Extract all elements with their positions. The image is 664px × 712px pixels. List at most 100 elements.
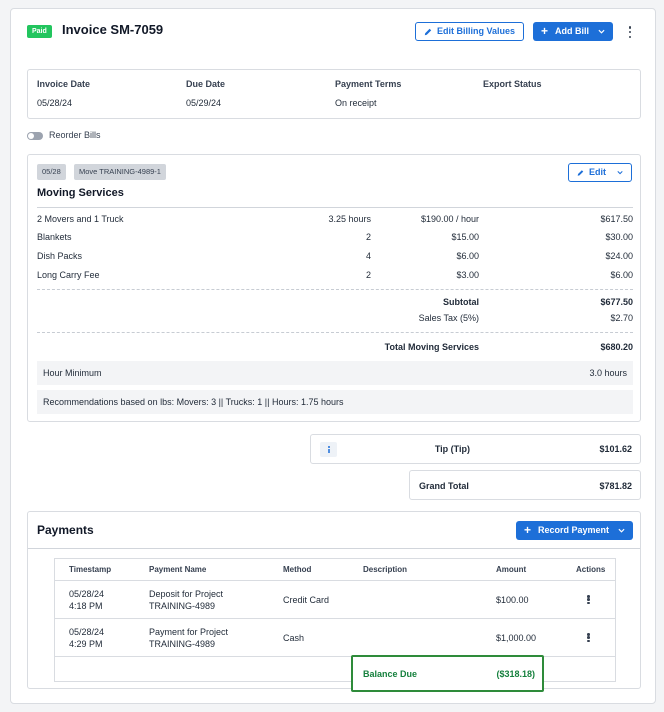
tip-card: Tip (Tip) $101.62 [310,434,641,464]
add-bill-label: Add Bill [555,26,590,36]
balance-due-box: Balance Due ($318.18) [351,655,544,692]
line-item-total: $617.50 [600,214,633,224]
payments-card: Payments + Record Payment Timestamp Paym… [27,511,641,692]
sales-tax-row: Sales Tax (5%) $2.70 [37,313,633,327]
payment-terms-value: On receipt [335,98,377,108]
hour-minimum-label: Hour Minimum [43,368,102,378]
divider [37,332,633,333]
divider [37,207,633,208]
plus-icon: + [524,523,532,537]
payment-name: Deposit for Project TRAINING-4989 [149,589,224,611]
edit-billing-values-label: Edit Billing Values [437,26,516,36]
more-options-icon[interactable] [586,632,591,643]
bill-card: 05/28 Move TRAINING-4989-1 Edit Moving S… [27,154,641,422]
move-chip: Move TRAINING-4989-1 [74,164,166,180]
line-item: 2 Movers and 1 Truck 3.25 hours $190.00 … [37,214,633,228]
line-item-name: 2 Movers and 1 Truck [37,214,124,224]
invoice-date-value: 05/28/24 [37,98,73,108]
chevron-down-icon [618,528,625,533]
line-item-rate: $6.00 [456,251,479,261]
line-item-name: Long Carry Fee [37,270,100,280]
line-item-qty: 3.25 hours [328,214,371,224]
line-item: Long Carry Fee 2 $3.00 $6.00 [37,270,633,284]
balance-due-value: ($318.18) [496,669,535,679]
export-status-label: Export Status [483,79,542,89]
record-payment-label: Record Payment [538,525,610,535]
column-header: Amount [496,565,527,574]
line-item-qty: 4 [365,251,371,261]
chevron-down-icon [617,171,623,175]
payment-date: 05/28/24 4:18 PM [69,589,105,611]
due-date-label: Due Date [186,79,226,89]
payments-title: Payments [37,523,94,537]
tip-value: $101.62 [599,444,632,454]
line-item-qty: 2 [365,270,371,280]
bill-date-chip: 05/28 [37,164,66,180]
page-title: Invoice SM-7059 [62,22,164,37]
line-item-total: $24.00 [605,251,633,261]
reorder-bills-label: Reorder Bills [49,130,101,140]
more-options-icon [327,445,331,454]
add-bill-button[interactable]: + Add Bill [533,22,614,41]
recommendations-bar: Recommendations based on lbs: Movers: 3 … [37,390,633,414]
sales-tax-value: $2.70 [610,313,633,323]
total-services-value: $680.20 [600,342,633,352]
table-row: 05/28/24 4:29 PM Payment for Project TRAIN… [55,619,615,657]
invoice-page: Paid Invoice SM-7059 Edit Billing Values… [10,8,656,704]
payment-date: 05/28/24 4:29 PM [69,627,105,649]
payment-terms-label: Payment Terms [335,79,402,89]
chevron-down-icon [598,29,605,34]
edit-billing-values-button[interactable]: Edit Billing Values [415,22,525,41]
subtotal-label: Subtotal [443,297,479,307]
record-payment-button[interactable]: + Record Payment [516,521,634,540]
divider [28,548,640,549]
reorder-bills-toggle[interactable] [27,132,43,140]
grand-total-value: $781.82 [599,481,632,491]
sales-tax-label: Sales Tax (5%) [418,313,479,323]
pencil-icon [577,169,584,176]
pencil-icon [424,28,432,35]
line-item-rate: $3.00 [456,270,479,280]
line-item: Blankets 2 $15.00 $30.00 [37,232,633,246]
total-services-label: Total Moving Services [384,342,479,352]
hour-minimum-bar: Hour Minimum 3.0 hours [37,361,633,385]
balance-due-label: Balance Due [363,669,418,679]
due-date-value: 05/29/24 [186,98,222,108]
payment-method: Cash [283,633,305,643]
grand-total-label: Grand Total [419,481,469,491]
tip-label: Tip (Tip) [434,444,470,454]
line-item-rate: $15.00 [451,232,479,242]
column-header: Payment Name [149,565,207,574]
column-header: Timestamp [69,565,112,574]
payment-method: Credit Card [283,595,330,605]
table-header: Timestamp Payment Name Method Descriptio… [55,559,615,581]
line-item-total: $6.00 [610,270,633,280]
column-header: Method [283,565,312,574]
divider [37,289,633,290]
hour-minimum-value: 3.0 hours [589,368,627,378]
edit-bill-label: Edit [588,167,606,177]
invoice-info-card: Invoice Date 05/28/24 Due Date 05/29/24 … [27,69,641,119]
line-item-name: Blankets [37,232,72,242]
table-row: 05/28/24 4:18 PM Deposit for Project TRAIN… [55,581,615,619]
total-services-row: Total Moving Services $680.20 [37,342,633,356]
more-options-icon[interactable] [626,25,634,39]
payment-name: Payment for Project TRAINING-4989 [149,627,229,649]
edit-bill-button[interactable]: Edit [568,163,632,182]
invoice-date-label: Invoice Date [37,79,91,89]
payment-amount: $1,000.00 [496,633,537,643]
line-item-qty: 2 [365,232,371,242]
grand-total-card: Grand Total $781.82 [409,470,641,500]
more-options-icon[interactable] [586,594,591,605]
recommendations-text: Recommendations based on lbs: Movers: 3 … [43,397,344,407]
subtotal-value: $677.50 [600,297,633,307]
column-header: Actions [576,565,606,574]
column-header: Description [363,565,408,574]
line-item-rate: $190.00 / hour [420,214,479,224]
status-badge: Paid [27,25,52,38]
line-item-total: $30.00 [605,232,633,242]
plus-icon: + [541,24,549,38]
payment-amount: $100.00 [496,595,529,605]
tip-options-button[interactable] [320,442,337,457]
line-item-name: Dish Packs [37,251,83,261]
